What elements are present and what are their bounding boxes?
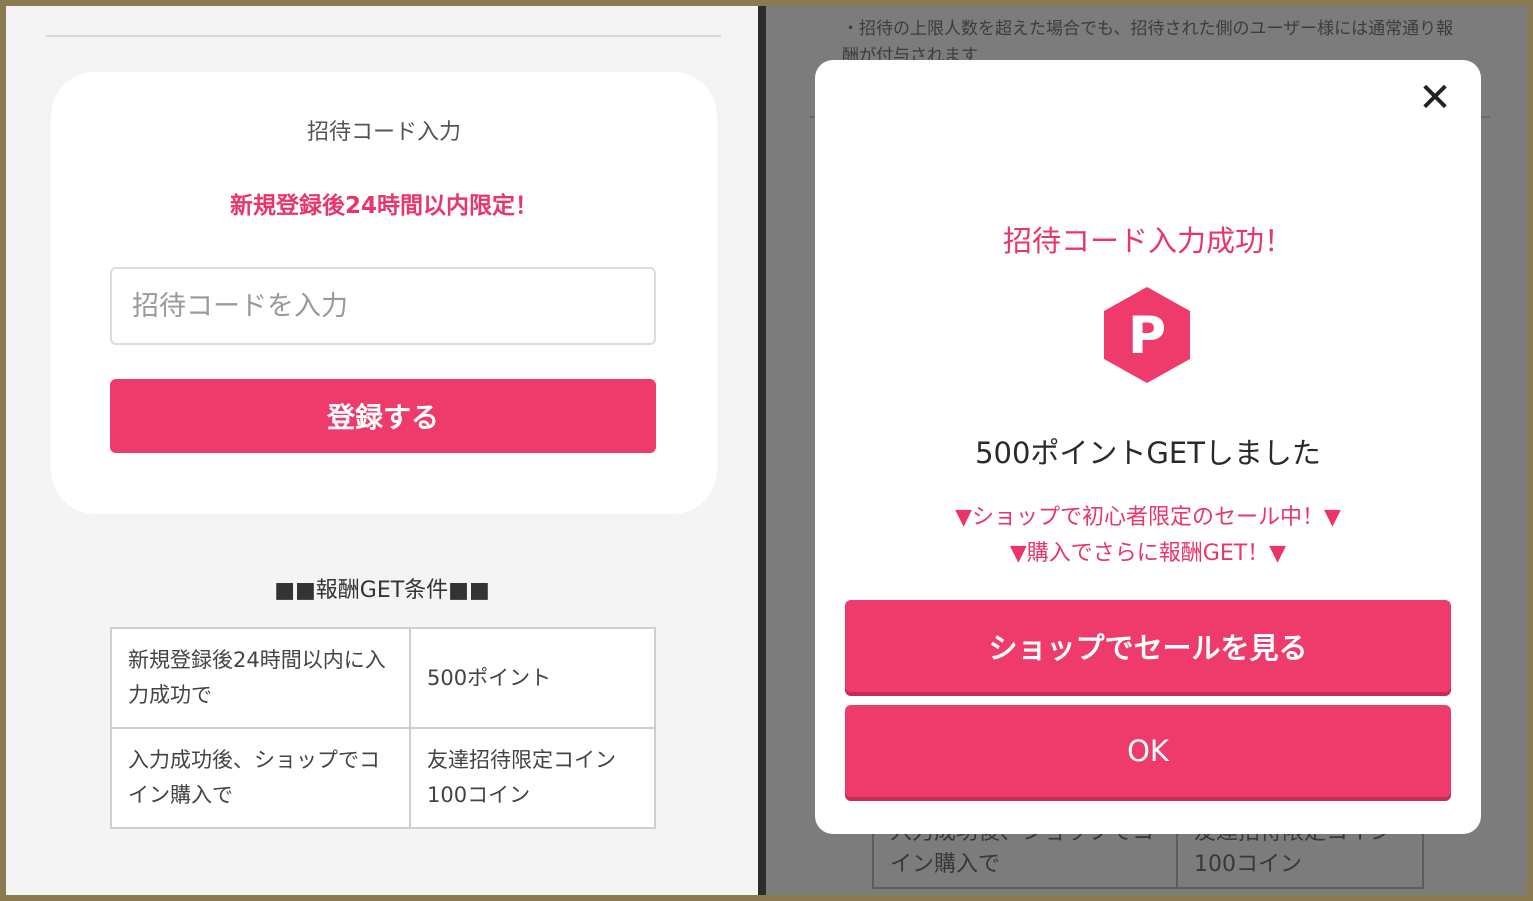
promo-line: ▼ショップで初心者限定のセール中！▼ bbox=[955, 505, 1341, 530]
modal-title: 招待コード入力成功！ bbox=[1002, 224, 1293, 258]
conditions-heading: ■■報酬GET条件■■ bbox=[274, 578, 490, 603]
point-badge-letter: P bbox=[1128, 306, 1166, 366]
success-modal: ✕ 招待コード入力成功！ P 500ポイントGETしました ▼ショップで初心者限… bbox=[815, 60, 1481, 834]
invite-page: 招待コード入力 新規登録後24時間以内限定！ 登録する ■■報酬GET条件■■ … bbox=[6, 6, 758, 895]
divider bbox=[46, 35, 721, 37]
points-earned-text: 500ポイントGETしました bbox=[975, 436, 1321, 470]
reward-cell: 友達招待限定コイン100コイン bbox=[409, 727, 656, 829]
card-title: 招待コード入力 bbox=[306, 120, 461, 145]
modal-screen: ・招待の上限人数を超えた場合でも、招待された側のユーザー様には通常通り報酬が付与… bbox=[766, 6, 1527, 895]
reward-cell: 500ポイント bbox=[409, 627, 656, 729]
promo-text: ▼ショップで初心者限定のセール中！▼ ▼購入でさらに報酬GET！▼ bbox=[815, 500, 1481, 572]
invite-code-input[interactable] bbox=[110, 267, 656, 345]
condition-cell: 新規登録後24時間以内に入力成功で bbox=[110, 627, 411, 729]
table-row: 新規登録後24時間以内に入力成功で 500ポイント bbox=[110, 627, 656, 729]
register-button[interactable]: 登録する bbox=[110, 379, 656, 453]
ok-button[interactable]: OK bbox=[845, 705, 1451, 797]
close-icon[interactable]: ✕ bbox=[1415, 78, 1455, 118]
limit-notice: 新規登録後24時間以内限定！ bbox=[229, 193, 538, 219]
table-row: 入力成功後、ショップでコイン購入で 友達招待限定コイン100コイン bbox=[110, 727, 656, 829]
promo-line: ▼購入でさらに報酬GET！▼ bbox=[1009, 541, 1287, 566]
conditions-table: 新規登録後24時間以内に入力成功で 500ポイント 入力成功後、ショップでコイン… bbox=[110, 627, 656, 829]
condition-cell: 入力成功後、ショップでコイン購入で bbox=[110, 727, 411, 829]
invite-code-card: 招待コード入力 新規登録後24時間以内限定！ 登録する bbox=[51, 72, 717, 514]
view-shop-sale-button[interactable]: ショップでセールを見る bbox=[845, 600, 1451, 692]
screenshot-frame: 招待コード入力 新規登録後24時間以内限定！ 登録する ■■報酬GET条件■■ … bbox=[6, 6, 1527, 895]
point-badge-icon: P bbox=[1104, 287, 1190, 383]
